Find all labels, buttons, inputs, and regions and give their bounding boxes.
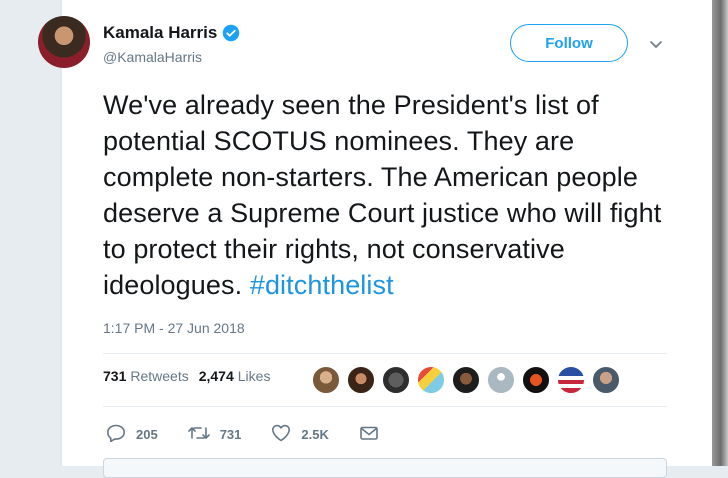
liker-avatar[interactable] xyxy=(382,366,410,394)
avatar[interactable] xyxy=(38,16,90,68)
hashtag-link[interactable]: #ditchthelist xyxy=(250,270,394,300)
likes-stat[interactable]: 2,474 Likes xyxy=(199,368,271,384)
stats-divider-top xyxy=(103,353,667,354)
liker-avatar[interactable] xyxy=(312,366,340,394)
likes-count: 2,474 xyxy=(198,368,234,384)
tweet-body: We've already seen the President's list … xyxy=(103,90,662,300)
left-background xyxy=(0,0,62,466)
retweets-count: 731 xyxy=(103,368,127,384)
liker-avatar[interactable] xyxy=(487,366,515,394)
liker-avatar[interactable] xyxy=(417,366,445,394)
background-photo-strip xyxy=(712,0,728,466)
reply-count: 205 xyxy=(136,427,158,442)
author-name-text[interactable]: Kamala Harris xyxy=(103,23,217,43)
message-icon[interactable] xyxy=(359,425,389,444)
liker-avatar[interactable] xyxy=(592,366,620,394)
like-action[interactable]: 2.5K xyxy=(271,424,329,445)
liker-avatar[interactable] xyxy=(452,366,480,394)
liker-avatars xyxy=(312,366,627,394)
liker-avatar[interactable] xyxy=(522,366,550,394)
author-handle[interactable]: @KamalaHarris xyxy=(103,49,202,65)
tweet-stats: 731 Retweets 2,474 Likes xyxy=(103,368,280,384)
likes-label: Likes xyxy=(237,368,271,384)
tweet-text: We've already seen the President's list … xyxy=(103,87,678,303)
heart-icon[interactable] xyxy=(271,424,301,445)
retweet-icon[interactable] xyxy=(187,425,220,444)
direct-message-action[interactable] xyxy=(359,425,389,444)
verified-badge-icon xyxy=(222,24,240,42)
liker-avatar[interactable] xyxy=(557,366,585,394)
retweet-count: 731 xyxy=(219,427,242,442)
retweets-stat[interactable]: 731 Retweets xyxy=(103,368,189,384)
liker-avatar[interactable] xyxy=(347,366,375,394)
author-name[interactable]: Kamala Harris xyxy=(103,23,240,43)
like-count: 2.5K xyxy=(301,427,329,442)
tweet-actions: 205 731 2.5K xyxy=(106,424,419,445)
retweets-label: Retweets xyxy=(130,368,189,384)
reply-input[interactable] xyxy=(103,458,667,478)
reply-icon[interactable] xyxy=(106,424,136,445)
chevron-down-icon[interactable] xyxy=(648,36,664,52)
follow-button[interactable]: Follow xyxy=(510,24,628,62)
retweet-action[interactable]: 731 xyxy=(187,425,242,444)
stats-divider-bottom xyxy=(103,406,667,407)
tweet-timestamp[interactable]: 1:17 PM - 27 Jun 2018 xyxy=(103,320,245,336)
reply-action[interactable]: 205 xyxy=(106,424,158,445)
